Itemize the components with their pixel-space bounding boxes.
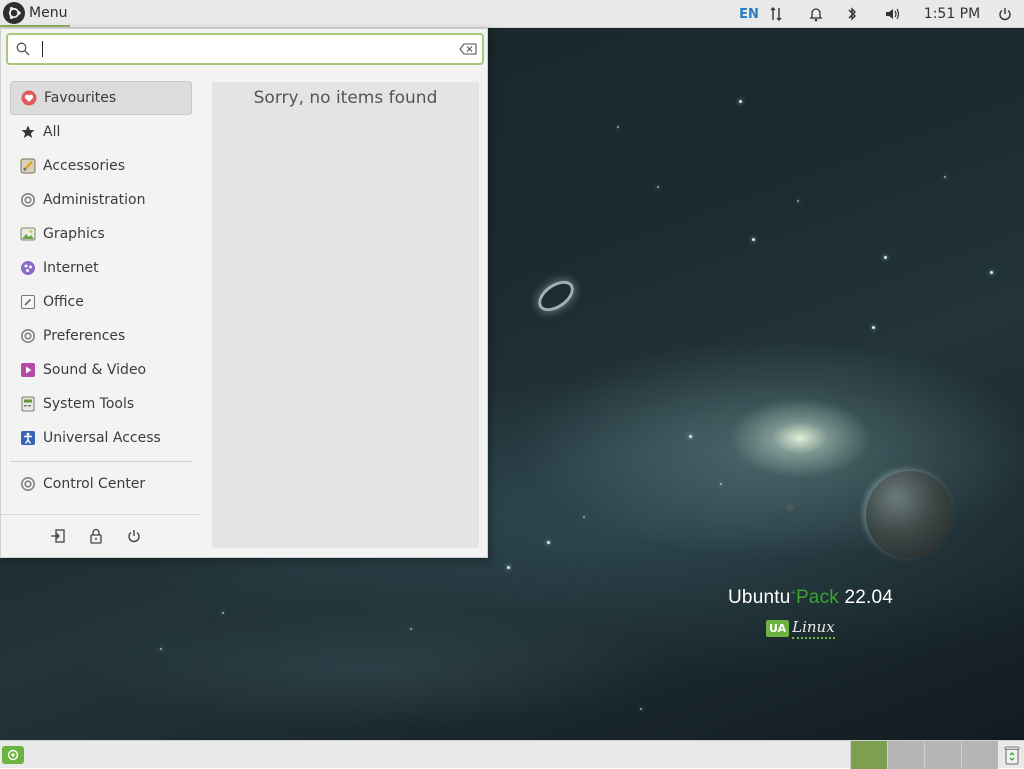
internet-icon [20, 260, 36, 276]
system-tools-icon [20, 396, 36, 412]
star [884, 256, 887, 259]
search-box[interactable] [6, 33, 484, 65]
category-system-tools[interactable]: System Tools [10, 387, 192, 421]
wallpaper-brand-text: Ubuntu+Pack 22.04 [728, 587, 894, 608]
control-center-list: Control Center [10, 467, 192, 501]
sound-video-icon [20, 362, 36, 378]
star [410, 628, 412, 630]
category-label: Universal Access [43, 430, 161, 446]
bluetooth-icon[interactable] [842, 0, 862, 28]
star [640, 708, 642, 710]
applications-pane: Sorry, no items found [212, 82, 479, 548]
accessories-icon [20, 158, 36, 174]
logout-icon[interactable] [49, 527, 67, 545]
star [222, 612, 224, 614]
keyboard-layout-indicator[interactable]: EN [736, 0, 762, 28]
volume-icon[interactable] [882, 0, 904, 28]
workspace-3[interactable] [924, 741, 961, 769]
network-icon[interactable] [766, 0, 786, 28]
shutdown-icon[interactable] [125, 527, 143, 545]
show-desktop-button[interactable] [2, 746, 24, 764]
administration-icon [20, 192, 36, 208]
star [797, 200, 799, 202]
preferences-icon [20, 328, 36, 344]
lock-icon[interactable] [87, 527, 105, 545]
search-input[interactable] [36, 38, 450, 62]
category-universal-access[interactable]: Universal Access [10, 421, 192, 455]
heart-icon [21, 90, 37, 106]
clear-search-icon[interactable] [459, 43, 477, 55]
ualinux-word: Linux [792, 618, 835, 639]
star [547, 541, 550, 544]
category-sound-video[interactable]: Sound & Video [10, 353, 192, 387]
star [689, 435, 692, 438]
separator [10, 461, 192, 462]
category-all[interactable]: All [10, 115, 192, 149]
control-center-label: Control Center [43, 476, 146, 492]
graphics-icon [20, 226, 36, 242]
category-label: Preferences [43, 328, 126, 344]
application-menu: Favourites All Accessories Administratio… [0, 28, 488, 558]
category-label: System Tools [43, 396, 135, 412]
category-favourites[interactable]: Favourites [10, 81, 192, 115]
star [583, 516, 585, 518]
star-icon [20, 124, 36, 140]
workspace-4[interactable] [961, 741, 998, 769]
workspace-2[interactable] [887, 741, 924, 769]
category-list: Favourites All Accessories Administratio… [10, 81, 192, 455]
star [944, 176, 946, 178]
no-items-message: Sorry, no items found [253, 88, 438, 108]
category-administration[interactable]: Administration [10, 183, 192, 217]
clock[interactable]: 1:51 PM [920, 0, 984, 28]
star [507, 566, 510, 569]
category-label: Sound & Video [43, 362, 147, 378]
control-center-icon [20, 476, 36, 492]
category-internet[interactable]: Internet [10, 251, 192, 285]
show-desktop-icon [7, 749, 19, 761]
universal-access-icon [20, 430, 36, 446]
control-center-item[interactable]: Control Center [10, 467, 192, 501]
star [739, 100, 742, 103]
category-label: Favourites [44, 90, 117, 106]
category-label: Office [43, 294, 84, 310]
brand-version: 22.04 [838, 587, 894, 608]
office-icon [20, 294, 36, 310]
menu-button[interactable]: Menu [0, 0, 70, 27]
planet-decoration [866, 471, 954, 559]
bottom-panel [0, 740, 1024, 769]
brand-main: Ubuntu [728, 587, 791, 608]
category-label: All [43, 124, 61, 140]
moon-decoration [786, 503, 794, 511]
brand-accent: Pack [795, 587, 839, 608]
power-icon[interactable] [994, 0, 1016, 28]
ualinux-logo: UA Linux [766, 618, 835, 639]
ualinux-badge: UA [766, 619, 790, 637]
menu-label: Menu [29, 4, 68, 21]
ubuntu-logo-icon [3, 1, 25, 24]
category-accessories[interactable]: Accessories [10, 149, 192, 183]
category-graphics[interactable]: Graphics [10, 217, 192, 251]
search-icon [16, 42, 30, 56]
separator [1, 514, 201, 515]
category-label: Administration [43, 192, 146, 208]
top-panel: Menu EN 1:51 PM [0, 0, 1024, 28]
star [752, 238, 755, 241]
star [720, 483, 722, 485]
star [617, 126, 619, 128]
workspace-1[interactable] [850, 741, 887, 769]
session-buttons [49, 527, 149, 547]
category-label: Accessories [43, 158, 126, 174]
notification-bell-icon[interactable] [806, 0, 826, 28]
category-preferences[interactable]: Preferences [10, 319, 192, 353]
star [160, 648, 162, 650]
trash-icon[interactable] [1002, 744, 1022, 766]
star [990, 271, 993, 274]
category-office[interactable]: Office [10, 285, 192, 319]
galaxy-decoration [532, 274, 580, 318]
category-label: Graphics [43, 226, 105, 242]
star [872, 326, 875, 329]
text-caret [42, 41, 43, 57]
category-label: Internet [43, 260, 99, 276]
star [657, 186, 659, 188]
